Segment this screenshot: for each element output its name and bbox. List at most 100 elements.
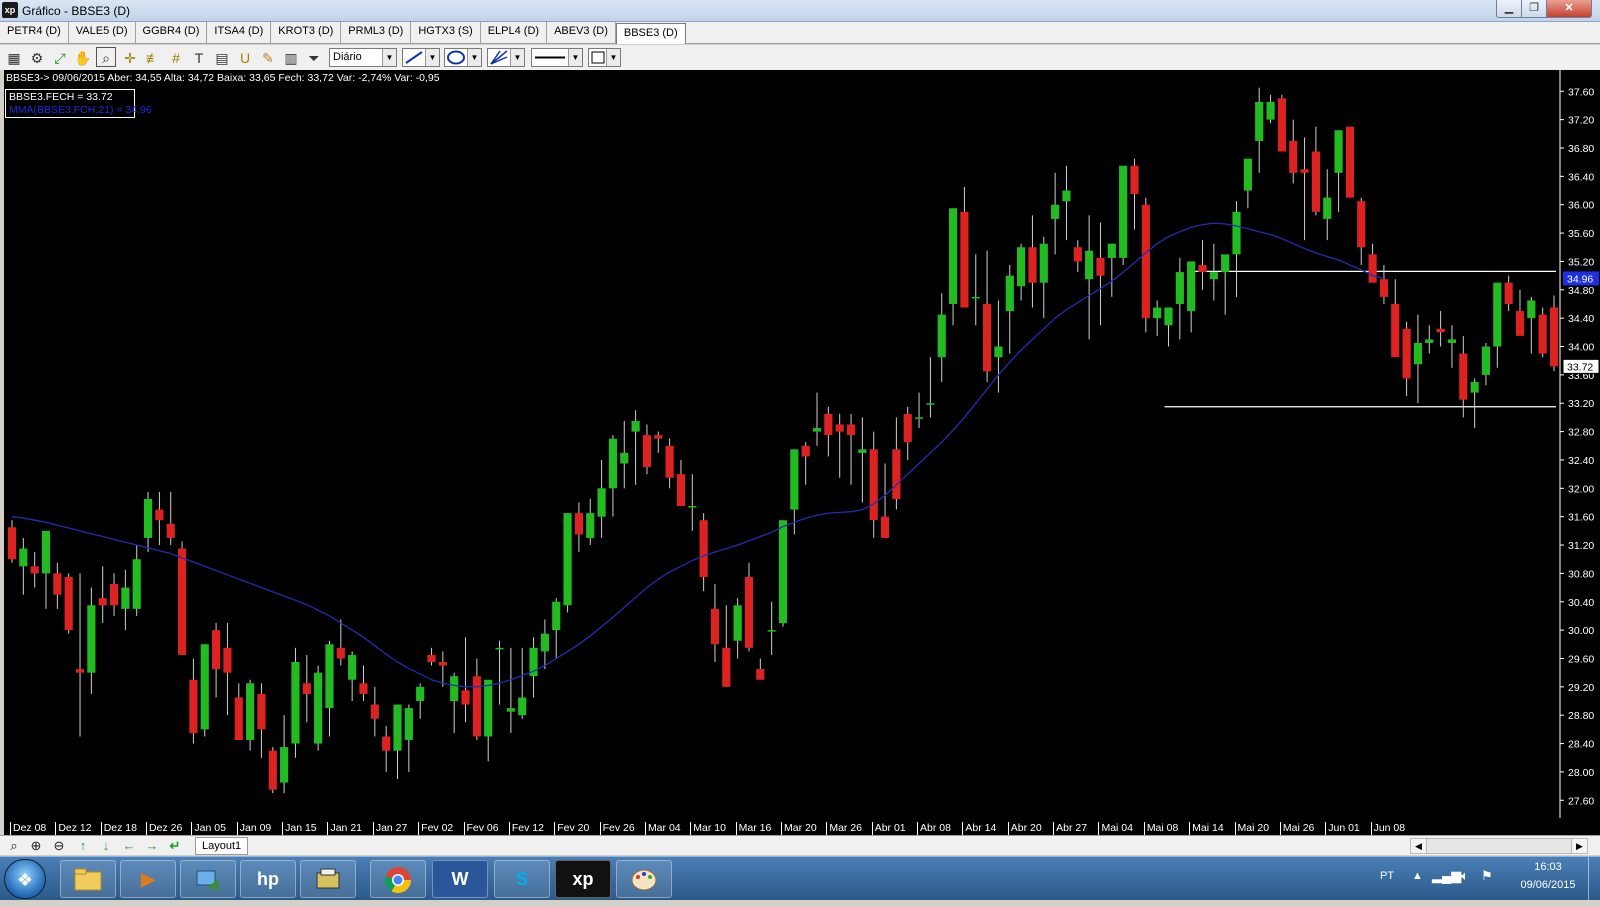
- scanner-icon[interactable]: [300, 860, 356, 898]
- tab-prml3[interactable]: PRML3 (D): [341, 22, 412, 43]
- legend-moving-average: MMA(BBSE3.FCH,21) = 34.96: [9, 104, 152, 116]
- period-select[interactable]: Diário ▼: [329, 48, 397, 67]
- tab-itsa4[interactable]: ITSA4 (D): [207, 22, 272, 43]
- action-center-icon[interactable]: ⚑: [1481, 868, 1493, 884]
- candle-down: [654, 435, 663, 439]
- hp-icon[interactable]: hp: [240, 860, 296, 898]
- grid-icon[interactable]: #: [166, 48, 186, 68]
- tab-vale5[interactable]: VALE5 (D): [69, 22, 136, 43]
- arrow-return-icon[interactable]: ↵: [165, 837, 185, 855]
- zoom-icon[interactable]: ⌕: [4, 837, 24, 855]
- candle-down: [1368, 254, 1377, 283]
- scroll-right-icon[interactable]: ▶: [1571, 839, 1587, 853]
- arrow-down-icon[interactable]: ↓: [96, 837, 116, 855]
- candle-down: [892, 449, 901, 499]
- volume-icon[interactable]: 🔈︎: [1461, 868, 1469, 884]
- media-player-icon[interactable]: ▶: [120, 860, 176, 898]
- clock-date[interactable]: 09/06/2015: [1514, 879, 1582, 891]
- candle-up: [552, 601, 561, 631]
- tab-petr4[interactable]: PETR4 (D): [0, 22, 69, 43]
- chrome-icon[interactable]: [370, 860, 426, 898]
- start-button[interactable]: ❖: [4, 859, 46, 899]
- clock-time[interactable]: 16:03: [1518, 861, 1578, 873]
- chart-icon[interactable]: ▦: [4, 48, 24, 68]
- gear-icon[interactable]: ⚙: [27, 48, 47, 68]
- candle-up: [1493, 282, 1502, 347]
- candle-up: [971, 296, 980, 299]
- paint-icon[interactable]: [616, 860, 672, 898]
- candle-down: [53, 573, 62, 595]
- arrow-right-icon[interactable]: →: [142, 837, 162, 855]
- arrow-left-icon[interactable]: ←: [119, 837, 139, 855]
- magnet-icon[interactable]: U: [235, 48, 255, 68]
- x-tick-label: Mar 26: [829, 822, 863, 834]
- language-indicator[interactable]: PT: [1380, 870, 1394, 882]
- chevron-down-icon: ▼: [606, 49, 620, 66]
- crosshair-icon[interactable]: ⤢: [50, 48, 70, 68]
- tab-krot3[interactable]: KROT3 (D): [271, 22, 342, 43]
- tab-abev3[interactable]: ABEV3 (D): [547, 22, 616, 43]
- candle-down: [166, 523, 175, 538]
- candle-up: [1470, 381, 1479, 393]
- scroll-left-icon[interactable]: ◀: [1411, 839, 1427, 853]
- parallel-lines-icon[interactable]: ≢: [143, 48, 163, 68]
- y-tick-label: 37.60: [1568, 86, 1594, 98]
- x-tick-mark: [10, 822, 11, 835]
- close-button[interactable]: ✕: [1546, 0, 1592, 18]
- hand-icon[interactable]: ✋: [73, 48, 93, 68]
- x-tick-mark: [917, 822, 919, 835]
- calculator-icon[interactable]: ▤: [212, 48, 232, 68]
- x-tick-mark: [1234, 822, 1236, 835]
- candle-up: [1221, 254, 1230, 273]
- shape-tool-select[interactable]: ▼: [444, 48, 482, 67]
- arrow-up-icon[interactable]: ↑: [73, 837, 93, 855]
- y-tick-label: 35.60: [1568, 228, 1594, 240]
- chart-area[interactable]: 37.60 37.20 36.80 36.40 36.00 35.60 35.20 34.80…: [4, 70, 1600, 822]
- candlestick-chart[interactable]: 37.60 37.20 36.80 36.40 36.00 35.60 35.20 34.80…: [4, 70, 1600, 822]
- line-style-icon: [535, 56, 565, 59]
- skype-icon[interactable]: S: [494, 860, 550, 898]
- tab-bbse3[interactable]: BBSE3 (D): [615, 23, 686, 44]
- candle-up: [1255, 101, 1264, 141]
- tab-ggbr4[interactable]: GGBR4 (D): [136, 22, 208, 43]
- text-tool-icon[interactable]: T: [189, 48, 209, 68]
- tab-elpl4[interactable]: ELPL4 (D): [481, 22, 548, 43]
- candle-up: [416, 686, 425, 702]
- eraser-icon[interactable]: ✎: [258, 48, 278, 68]
- cross-cursor-icon[interactable]: ✛: [120, 48, 140, 68]
- windows-explorer-icon[interactable]: [60, 860, 116, 898]
- color-select[interactable]: ▼: [588, 48, 621, 67]
- candle-up: [1425, 339, 1434, 343]
- candle-up: [325, 644, 334, 709]
- candle-up: [1527, 300, 1536, 319]
- x-tick-mark: [735, 822, 737, 835]
- xp-icon[interactable]: xp: [555, 860, 611, 898]
- tab-hgtx3[interactable]: HGTX3 (S): [411, 22, 481, 43]
- horizontal-scrollbar[interactable]: ◀ ▶: [1410, 838, 1588, 854]
- network-icon[interactable]: [180, 860, 236, 898]
- y-tick-label: 28.80: [1568, 710, 1594, 722]
- filter-icon[interactable]: ⏷: [304, 48, 324, 68]
- layout-tab[interactable]: Layout1: [195, 837, 249, 855]
- signal-icon[interactable]: ▂▄▆: [1432, 868, 1461, 884]
- trash-icon[interactable]: ▥: [281, 48, 301, 68]
- line-tool-select[interactable]: ▼: [402, 48, 440, 67]
- candle-up: [1187, 261, 1196, 312]
- zoom-in-icon[interactable]: ⊕: [26, 837, 46, 855]
- candle-up: [246, 683, 255, 741]
- minimize-button[interactable]: ▁: [1496, 0, 1522, 18]
- fibonacci-tool-select[interactable]: ▼: [487, 48, 525, 67]
- maximize-button[interactable]: ❐: [1521, 0, 1547, 18]
- chevron-down-icon: ▼: [467, 49, 481, 66]
- x-tick-mark: [1370, 822, 1372, 835]
- zoom-out-icon[interactable]: ⊖: [49, 837, 69, 855]
- show-desktop-button[interactable]: [1588, 857, 1600, 901]
- candle-up: [914, 417, 924, 419]
- line-style-select[interactable]: ▼: [531, 48, 583, 67]
- chevron-up-icon[interactable]: ▲: [1412, 870, 1423, 882]
- x-tick-mark: [826, 822, 828, 835]
- candle-down: [438, 662, 447, 666]
- y-tick-label: 30.80: [1568, 568, 1594, 580]
- zoom-region-icon[interactable]: ⌕: [96, 47, 116, 67]
- word-icon[interactable]: W: [432, 860, 488, 898]
